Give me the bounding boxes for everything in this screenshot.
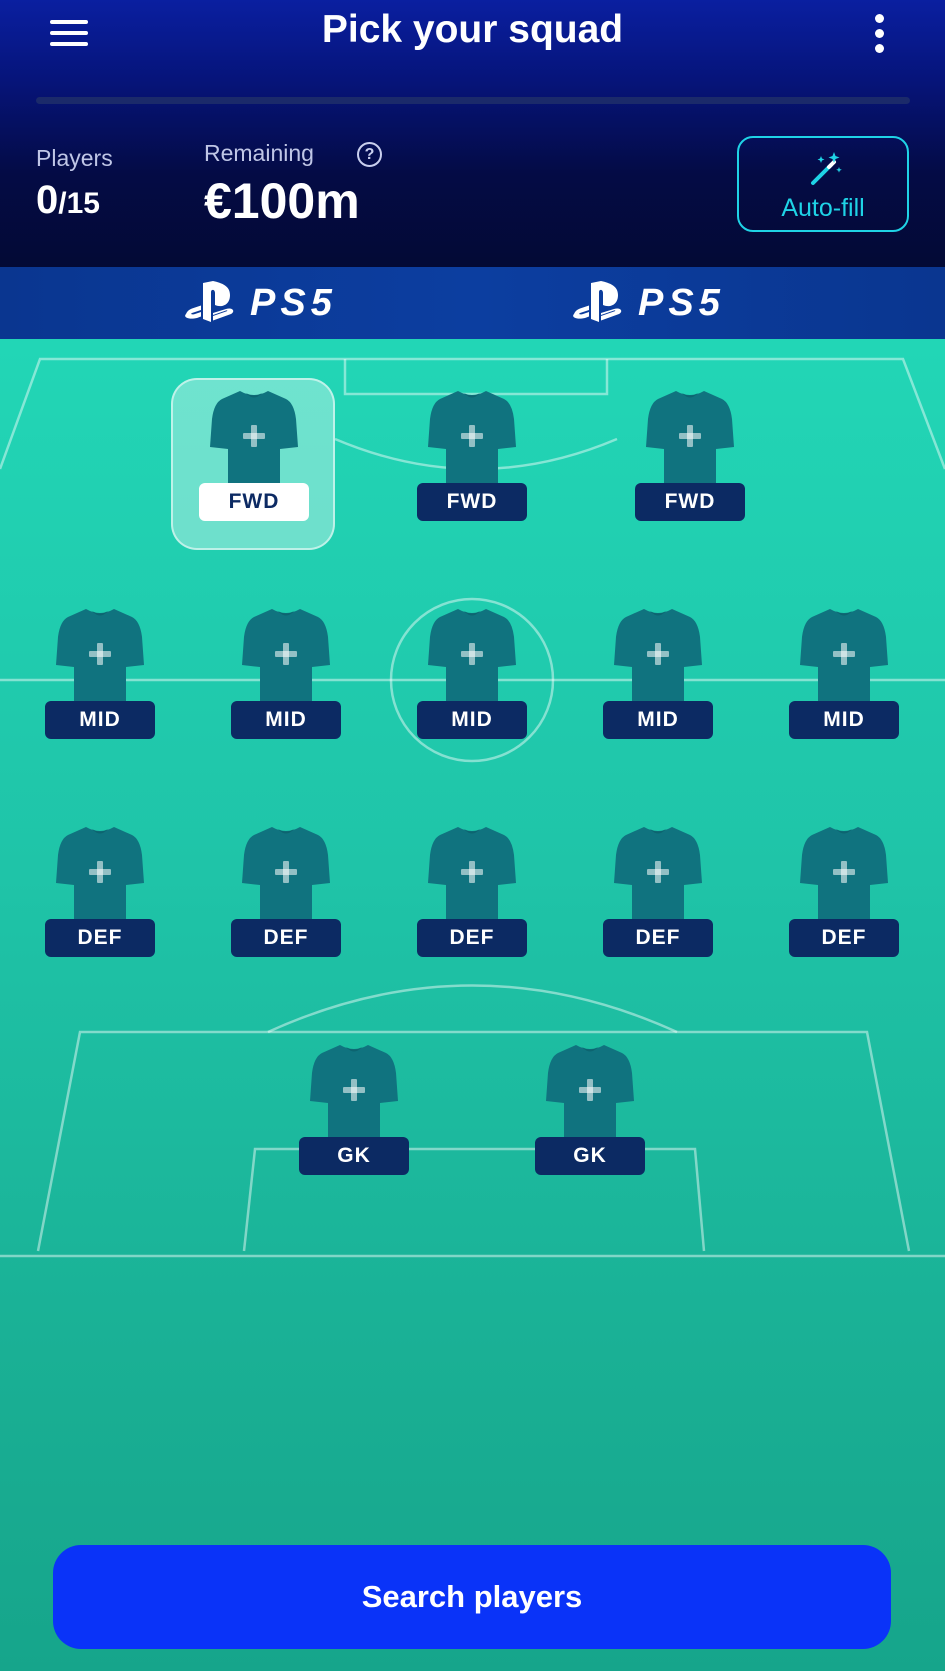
player-slot-gk[interactable]: GK [294, 1043, 414, 1183]
more-options-icon[interactable] [868, 12, 892, 56]
position-badge: DEF [231, 919, 341, 957]
pitch-markings [0, 357, 945, 1258]
position-badge: GK [535, 1137, 645, 1175]
player-slot-mid[interactable]: MID [412, 607, 532, 747]
player-slot-fwd[interactable]: FWD [171, 378, 335, 550]
empty-shirt-add-icon [242, 825, 330, 923]
empty-shirt-add-icon [546, 1043, 634, 1141]
remaining-label: Remaining [204, 140, 314, 166]
position-badge: MID [789, 701, 899, 739]
empty-shirt-add-icon [800, 825, 888, 923]
position-badge: GK [299, 1137, 409, 1175]
position-badge: MID [603, 701, 713, 739]
sponsor-banner: PS5 PS5 [0, 267, 945, 339]
playstation-logo: PS5 [184, 279, 337, 327]
help-icon[interactable]: ? [357, 142, 382, 167]
player-slot-def[interactable]: DEF [412, 825, 532, 965]
players-label: Players [36, 145, 113, 171]
position-badge: MID [417, 701, 527, 739]
player-slot-def[interactable]: DEF [598, 825, 718, 965]
position-badge: DEF [789, 919, 899, 957]
empty-shirt-add-icon [210, 389, 298, 487]
players-total: /15 [58, 187, 100, 220]
player-slot-def[interactable]: DEF [784, 825, 904, 965]
position-badge: DEF [603, 919, 713, 957]
position-badge: FWD [199, 483, 309, 521]
empty-shirt-add-icon [800, 607, 888, 705]
football-pitch: FWD FWD FWD MID MID MID MID MID DEF DEF DEF DEF DEF G… [0, 339, 945, 1671]
ps5-wordmark: PS5 [638, 281, 725, 324]
squad-progress-bar [36, 97, 910, 104]
ps5-wordmark: PS5 [250, 281, 337, 324]
empty-shirt-add-icon [242, 607, 330, 705]
empty-shirt-add-icon [428, 389, 516, 487]
remaining-budget: €100m [204, 173, 360, 229]
position-badge: DEF [417, 919, 527, 957]
player-slot-mid[interactable]: MID [598, 607, 718, 747]
empty-shirt-add-icon [428, 825, 516, 923]
player-slot-mid[interactable]: MID [784, 607, 904, 747]
position-badge: DEF [45, 919, 155, 957]
magic-wand-icon [811, 152, 842, 185]
playstation-icon [573, 281, 622, 322]
search-players-button[interactable]: Search players [53, 1545, 891, 1649]
empty-shirt-add-icon [56, 607, 144, 705]
header: Pick your squad Players 0/15 Remaining ?… [0, 0, 945, 267]
player-slot-fwd[interactable]: FWD [630, 389, 750, 529]
empty-shirt-add-icon [428, 607, 516, 705]
app-screen: Pick your squad Players 0/15 Remaining ?… [0, 0, 945, 1671]
empty-shirt-add-icon [646, 389, 734, 487]
empty-shirt-add-icon [614, 825, 702, 923]
player-slot-def[interactable]: DEF [226, 825, 346, 965]
empty-shirt-add-icon [310, 1043, 398, 1141]
players-selected: 0 [36, 178, 59, 222]
playstation-icon [185, 281, 234, 322]
player-slot-mid[interactable]: MID [40, 607, 160, 747]
playstation-logo: PS5 [572, 279, 725, 327]
empty-shirt-add-icon [614, 607, 702, 705]
position-badge: FWD [417, 483, 527, 521]
player-slot-fwd[interactable]: FWD [412, 389, 532, 529]
player-slot-gk[interactable]: GK [530, 1043, 650, 1183]
player-slot-mid[interactable]: MID [226, 607, 346, 747]
players-count: 0/15 [36, 178, 100, 223]
player-slot-def[interactable]: DEF [40, 825, 160, 965]
auto-fill-button[interactable]: Auto-fill [737, 136, 909, 232]
position-badge: FWD [635, 483, 745, 521]
position-badge: MID [45, 701, 155, 739]
page-title: Pick your squad [321, 8, 624, 51]
auto-fill-label: Auto-fill [781, 194, 865, 222]
position-badge: MID [231, 701, 341, 739]
empty-shirt-add-icon [56, 825, 144, 923]
